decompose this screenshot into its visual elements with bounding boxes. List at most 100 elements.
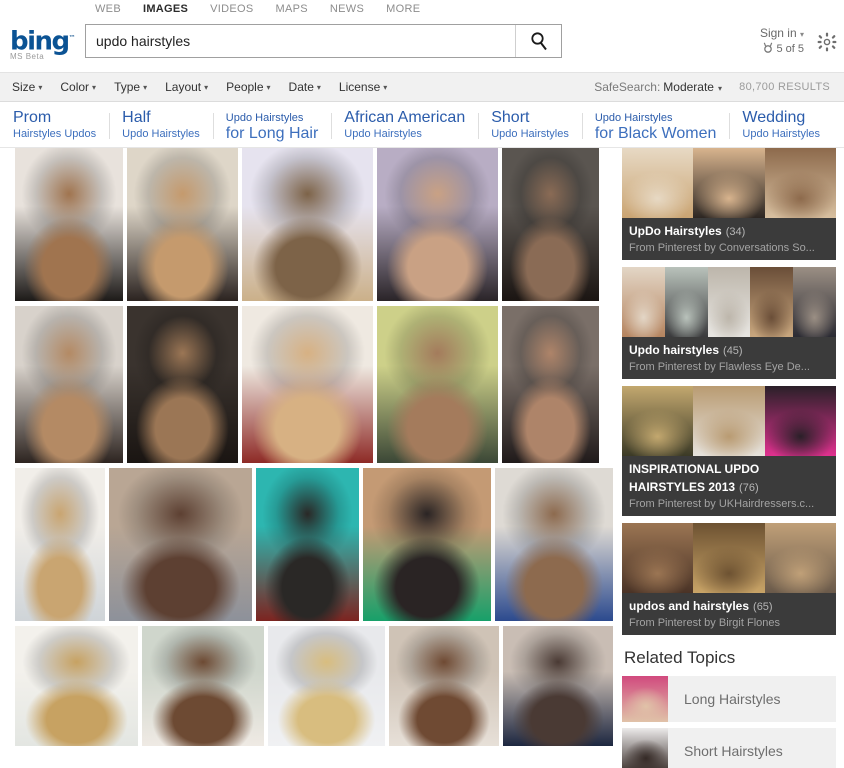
medal-icon (764, 42, 773, 53)
related-topics-list: Long Hairstyles Short Hairstyles (622, 676, 836, 768)
scope-maps[interactable]: MAPS (276, 3, 308, 15)
collection-source: From Pinterest by Conversations So... (629, 242, 815, 254)
scope-images[interactable]: IMAGES (143, 3, 188, 15)
filter-people[interactable]: People ▾ (226, 80, 270, 94)
image-result-tile[interactable] (242, 148, 373, 301)
filter-license[interactable]: License ▾ (339, 80, 387, 94)
image-result-tile[interactable] (377, 306, 498, 463)
collection-thumbnail (764, 148, 836, 218)
related-search-item[interactable]: Updo Hairstyles for Long Hair (212, 110, 332, 142)
image-result-tile[interactable] (363, 468, 491, 621)
related-search-item[interactable]: Prom Hairstyles Updos (0, 109, 109, 142)
related-search-item[interactable]: Half Updo Hairstyles (109, 109, 213, 142)
image-result-tile[interactable] (495, 468, 613, 621)
scope-videos[interactable]: VIDEOS (210, 3, 253, 15)
result-image (15, 148, 123, 301)
result-image (127, 148, 238, 301)
image-collection[interactable]: INSPIRATIONAL UPDO HAIRSTYLES 2013 (76) Fr… (622, 386, 836, 516)
related-search-line2: Updo Hairstyles (344, 127, 422, 140)
filter-size[interactable]: Size ▾ (12, 80, 42, 94)
search-box[interactable] (85, 24, 562, 58)
image-collection[interactable]: Updo hairstyles (45) From Pinterest by Fla… (622, 267, 836, 379)
scope-news[interactable]: NEWS (330, 3, 364, 15)
related-search-item[interactable]: Short Updo Hairstyles (478, 108, 582, 142)
collection-thumbnail-strip (622, 148, 836, 218)
related-search-item[interactable]: Wedding Updo Hairstyles (729, 108, 833, 142)
collection-meta: updos and hairstyles (65) From Pinterest b… (622, 593, 836, 635)
result-image (15, 468, 105, 621)
image-grid-row (15, 306, 613, 463)
filter-color[interactable]: Color ▾ (60, 80, 96, 94)
image-result-tile[interactable] (15, 306, 123, 463)
filter-label: Date (288, 80, 314, 94)
filter-date[interactable]: Date ▾ (289, 80, 321, 94)
image-result-tile[interactable] (127, 306, 238, 463)
related-search-line2: for Black Women (594, 124, 717, 142)
image-result-tile[interactable] (15, 626, 138, 746)
collection-thumbnail (622, 523, 694, 593)
collection-title: updos and hairstyles (629, 599, 750, 613)
search-input[interactable] (86, 26, 515, 56)
result-image (15, 306, 123, 463)
image-grid-row (15, 626, 613, 746)
settings-button[interactable] (817, 32, 837, 57)
sign-in-row[interactable]: Sign in ▾ (760, 26, 804, 42)
related-topic-thumbnail (622, 728, 668, 768)
related-search-line1: Short (491, 108, 530, 126)
rewards-status[interactable]: 5 of 5 (760, 42, 804, 57)
image-result-tile[interactable] (109, 468, 252, 621)
result-image (495, 468, 613, 621)
gear-icon (817, 32, 837, 52)
image-result-tile[interactable] (268, 626, 385, 746)
image-result-tile[interactable] (503, 626, 613, 746)
collection-thumbnail (693, 386, 765, 456)
chevron-down-icon: ▾ (143, 83, 148, 92)
bing-images-search-page: WEB IMAGES VIDEOS MAPS NEWS MORE bing™ MS Bet… (0, 0, 844, 768)
image-result-tile[interactable] (15, 468, 105, 621)
related-search-item[interactable]: African American Updo Hairstyles (331, 109, 478, 142)
related-topic-item[interactable]: Long Hairstyles (622, 676, 836, 722)
collection-count: (45) (723, 345, 743, 357)
image-collection[interactable]: updos and hairstyles (65) From Pinterest b… (622, 523, 836, 635)
filter-layout[interactable]: Layout ▾ (165, 80, 208, 94)
related-search-line2: Hairstyles Updos (13, 127, 97, 140)
image-results-grid (15, 148, 613, 751)
page-header: WEB IMAGES VIDEOS MAPS NEWS MORE bing™ MS Bet… (0, 0, 844, 72)
related-search-line1: Wedding (742, 108, 806, 126)
image-result-tile[interactable] (502, 148, 599, 301)
related-search-line1: Updo Hairstyles (594, 111, 673, 124)
chevron-down-icon: ▾ (92, 83, 97, 92)
collection-thumbnail (622, 267, 665, 337)
related-search-item[interactable]: Updo Hairstyles for Black Women (581, 110, 730, 142)
result-image (141, 626, 265, 746)
image-grid-row (15, 468, 613, 621)
image-result-tile[interactable] (256, 468, 359, 621)
bing-logo[interactable]: bing™ MS Beta (10, 27, 82, 61)
sidebar: UpDo Hairstyles (34) From Pinterest by Con… (622, 148, 836, 768)
filter-label: Layout (165, 80, 202, 94)
collection-thumbnail (793, 267, 836, 337)
image-result-tile[interactable] (377, 148, 498, 301)
image-result-tile[interactable] (502, 306, 599, 463)
image-collection[interactable]: UpDo Hairstyles (34) From Pinterest by Con… (622, 148, 836, 260)
related-topic-thumbnail (622, 676, 668, 722)
collection-thumbnail (707, 267, 751, 337)
search-button[interactable] (515, 25, 561, 57)
result-image (256, 468, 359, 621)
image-result-tile[interactable] (15, 148, 123, 301)
image-result-tile[interactable] (242, 306, 373, 463)
collection-thumbnail (693, 523, 765, 593)
sign-in-menu[interactable]: Sign in ▾ 5 of 5 (760, 26, 804, 57)
image-result-tile[interactable] (127, 148, 238, 301)
scope-more[interactable]: MORE (386, 3, 420, 15)
filter-type[interactable]: Type ▾ (114, 80, 147, 94)
image-result-tile[interactable] (141, 626, 265, 746)
image-result-tile[interactable] (388, 626, 500, 746)
scope-web[interactable]: WEB (95, 3, 121, 15)
collection-source: From Pinterest by UKHairdressers.c... (629, 498, 815, 510)
safesearch-control[interactable]: SafeSearch: Moderate ▾ (594, 80, 722, 94)
related-topic-item[interactable]: Short Hairstyles (622, 728, 836, 768)
filter-label: Size (12, 80, 36, 94)
image-collections-list: UpDo Hairstyles (34) From Pinterest by Con… (622, 148, 836, 635)
filter-label: License (338, 80, 381, 94)
